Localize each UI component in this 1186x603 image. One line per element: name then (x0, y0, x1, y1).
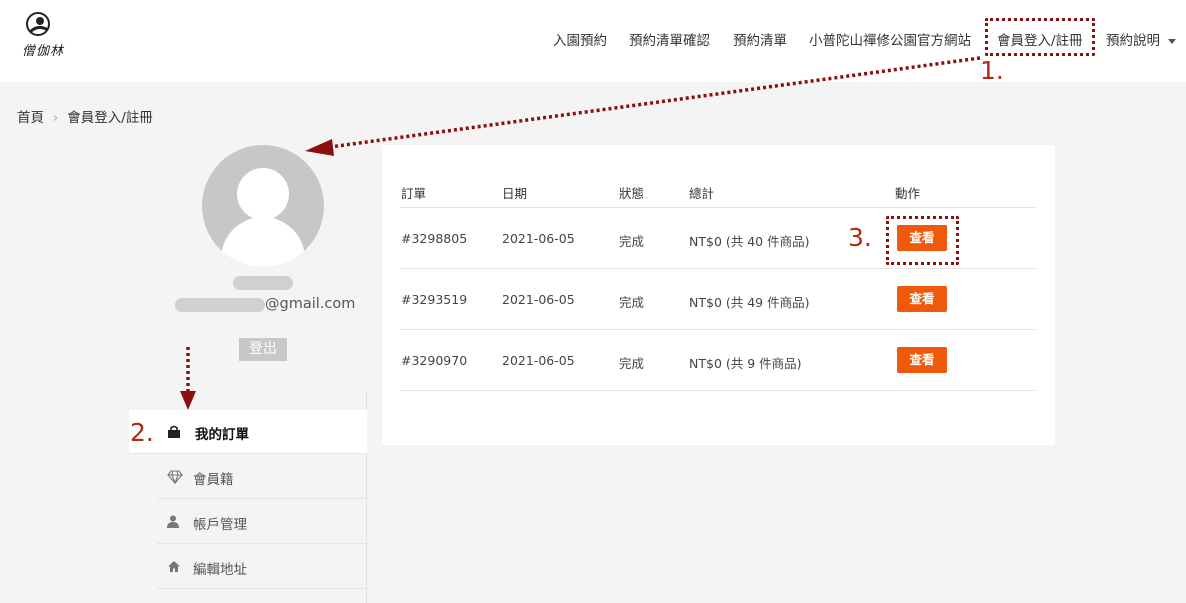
diamond-icon (167, 470, 183, 485)
logout-button[interactable]: 登出 (239, 338, 287, 361)
table-divider (400, 390, 1036, 391)
column-header-status: 狀態 (619, 186, 645, 201)
sidemenu-item-membership[interactable]: 會員籍 (157, 455, 366, 499)
nav-item-reservation-info[interactable]: 預約說明 (1106, 29, 1176, 49)
order-date: 2021-06-05 (502, 353, 575, 368)
column-header-date: 日期 (502, 186, 528, 201)
avatar-head (237, 168, 289, 220)
sidemenu-item-label: 會員籍 (193, 472, 234, 488)
redacted-username (233, 276, 293, 290)
column-header-total: 總計 (689, 186, 715, 201)
account-sidemenu: 我的訂單 會員籍 帳戶管理 編輯地址 (129, 390, 367, 603)
nav-item-reservation[interactable]: 入園預約 (553, 29, 607, 49)
breadcrumb-home[interactable]: 首頁 (17, 110, 44, 126)
annotation-highlight-login (985, 18, 1095, 56)
order-date: 2021-06-05 (502, 292, 575, 307)
table-divider (400, 268, 1036, 269)
order-status: 完成 (619, 234, 645, 249)
sidemenu-item-address[interactable]: 編輯地址 (157, 545, 366, 589)
breadcrumb: 首頁 › 會員登入/註冊 (17, 106, 153, 126)
site-logo[interactable]: 僧伽林 (18, 10, 68, 62)
order-id[interactable]: #3298805 (401, 231, 467, 246)
orders-panel: 訂單 日期 狀態 總計 動作 #3298805 2021-06-05 完成 NT… (382, 145, 1055, 445)
annotation-step-1: 1. (980, 56, 1004, 85)
sidemenu-item-label: 編輯地址 (193, 562, 247, 578)
order-id[interactable]: #3293519 (401, 292, 467, 307)
breadcrumb-current: 會員登入/註冊 (67, 110, 153, 126)
nav-item-reservation-info-label: 預約說明 (1106, 33, 1160, 49)
view-order-button[interactable]: 查看 (897, 347, 947, 373)
home-icon (167, 560, 181, 574)
table-divider (400, 207, 1036, 208)
order-status: 完成 (619, 356, 645, 371)
redacted-email (175, 298, 265, 312)
shopping-bag-icon (167, 425, 181, 439)
sidemenu-item-my-orders[interactable]: 我的訂單 (129, 410, 367, 454)
view-order-button[interactable]: 查看 (897, 286, 947, 312)
column-header-action: 動作 (895, 186, 921, 201)
order-id[interactable]: #3290970 (401, 353, 467, 368)
table-divider (400, 329, 1036, 330)
sidemenu-item-label: 帳戶管理 (193, 517, 247, 533)
annotation-step-3: 3. (848, 223, 872, 252)
logo-text: 僧伽林 (21, 44, 64, 59)
logo-emblem-icon (26, 12, 50, 36)
annotation-step-2: 2. (130, 418, 154, 447)
order-date: 2021-06-05 (502, 231, 575, 246)
order-total: NT$0 (共 40 件商品) (689, 234, 810, 249)
breadcrumb-separator-icon: › (53, 111, 59, 126)
chevron-down-icon (1168, 38, 1176, 44)
email-suffix: @gmail.com (265, 296, 356, 312)
sidemenu-item-label: 我的訂單 (195, 427, 249, 443)
avatar-body (221, 217, 305, 267)
order-total: NT$0 (共 9 件商品) (689, 356, 802, 371)
order-total: NT$0 (共 49 件商品) (689, 295, 810, 310)
annotation-highlight-view (886, 216, 959, 265)
column-header-order: 訂單 (401, 186, 427, 201)
order-status: 完成 (619, 295, 645, 310)
nav-item-reservation-confirm[interactable]: 預約清單確認 (629, 29, 710, 49)
nav-item-reservation-list[interactable]: 預約清單 (733, 29, 787, 49)
sidemenu-item-account[interactable]: 帳戶管理 (157, 500, 366, 544)
user-icon (167, 515, 181, 529)
nav-item-official-site[interactable]: 小普陀山禪修公園官方網站 (809, 29, 971, 49)
avatar (202, 145, 324, 267)
